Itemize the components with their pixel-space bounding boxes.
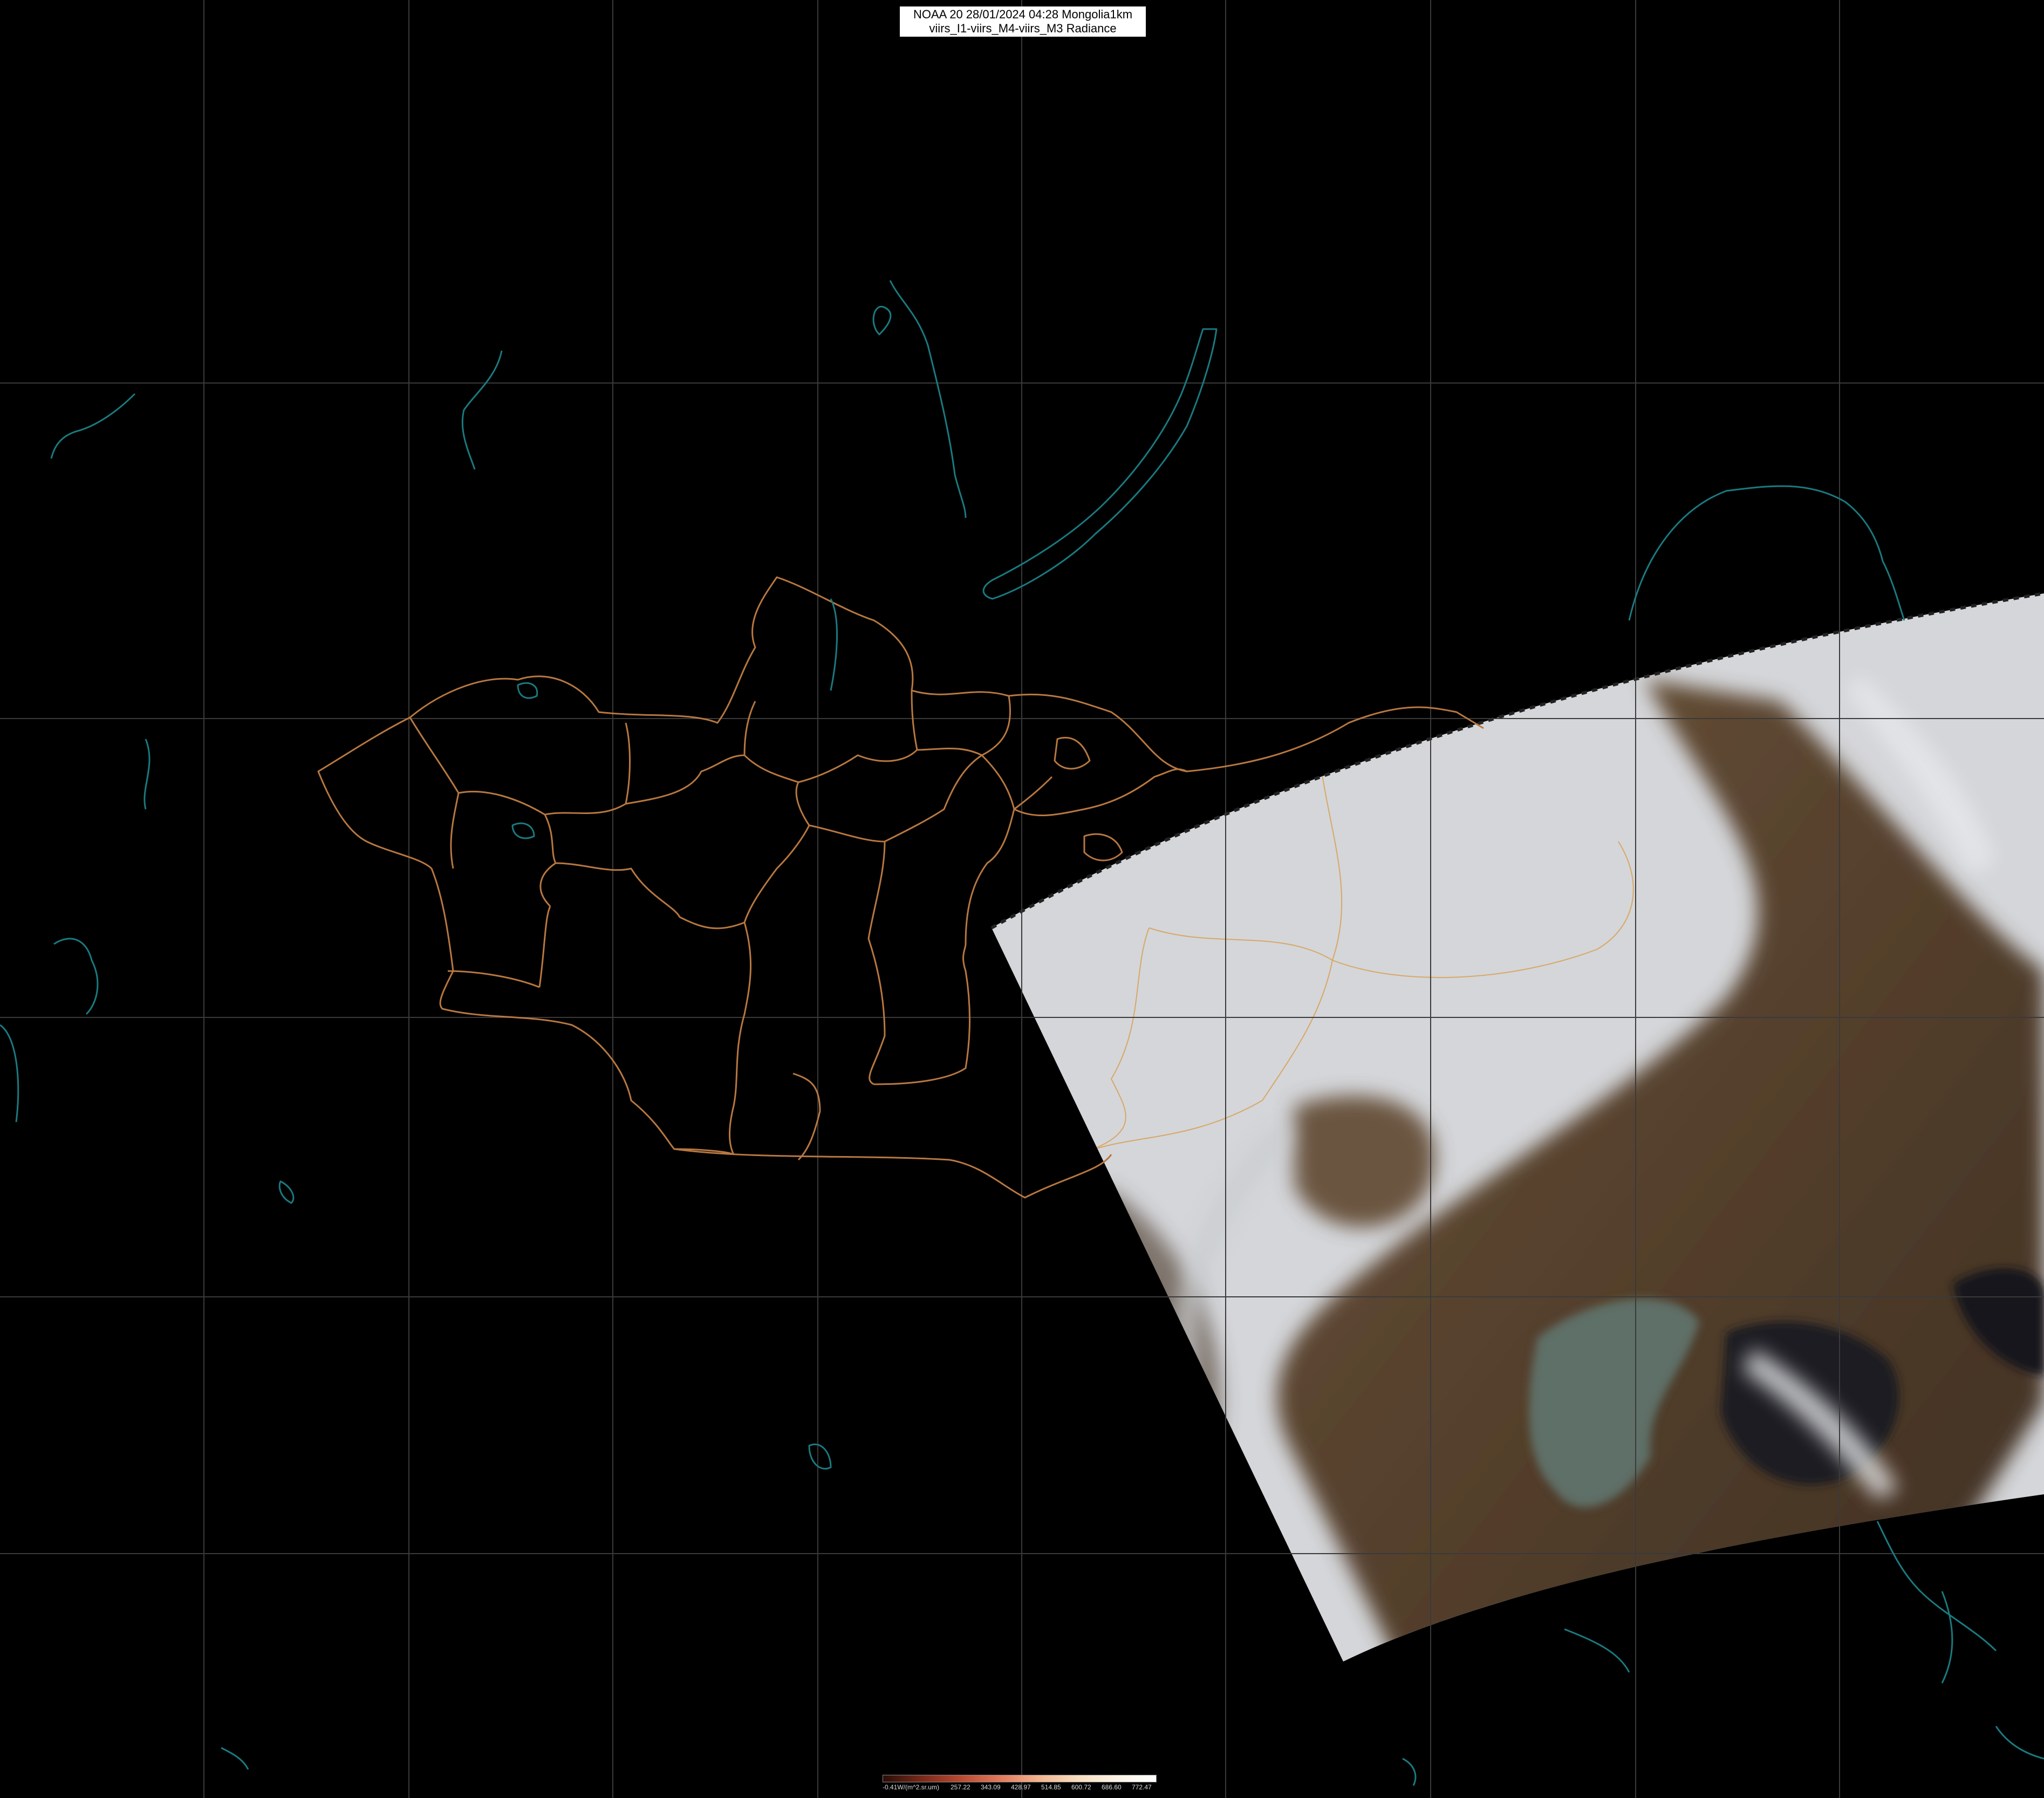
title-line-2: viirs_I1-viirs_M4-viirs_M3 Radiance	[929, 22, 1117, 35]
map-title: NOAA 20 28/01/2024 04:28 Mongolia1km vii…	[900, 6, 1146, 37]
satellite-map	[0, 0, 2044, 1798]
colorbar-gradient	[883, 1775, 1157, 1782]
colorbar-tick-label: 343.09	[981, 1783, 1001, 1791]
colorbar-labels: -0.41W/(m^2.sr.um) 257.22 343.09 428.97 …	[883, 1783, 1157, 1794]
colorbar-tick-label: 686.60	[1102, 1783, 1122, 1791]
colorbar-tick-label: 772.47	[1132, 1783, 1152, 1791]
colorbar-tick-label: 600.72	[1071, 1783, 1091, 1791]
colorbar-tick-label: 514.85	[1041, 1783, 1061, 1791]
colorbar-tick-label: 428.97	[1011, 1783, 1031, 1791]
colorbar-tick-label: 257.22	[951, 1783, 970, 1791]
colorbar-tick-label: -0.41W/(m^2.sr.um)	[883, 1783, 939, 1791]
title-line-1: NOAA 20 28/01/2024 04:28 Mongolia1km	[913, 8, 1133, 21]
colorbar: -0.41W/(m^2.sr.um) 257.22 343.09 428.97 …	[880, 1775, 1159, 1795]
